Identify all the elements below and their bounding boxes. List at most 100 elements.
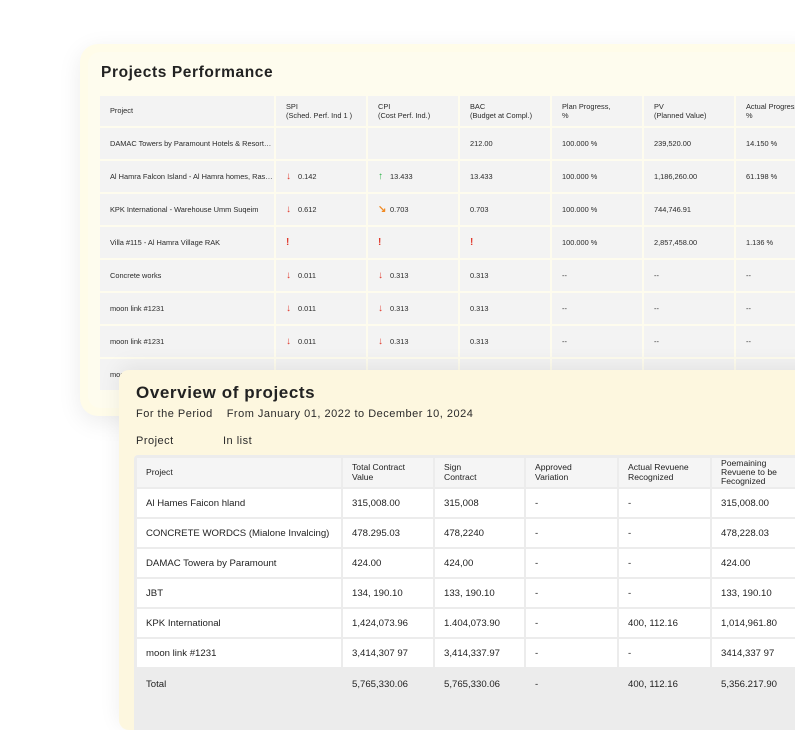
cell-cpi-value: 0.703: [390, 205, 409, 214]
ov-cell-actual-revenue: 400, 112.16: [619, 609, 710, 637]
cell-pv: 2,857,458.00: [644, 227, 734, 258]
warning-icon: !: [378, 237, 382, 248]
cell-actual-progress-value: 14.150 %: [746, 139, 778, 148]
col-header-bac-label: BAC: [470, 101, 486, 111]
project-filter: Project In list: [136, 435, 252, 447]
performance-table-body: DAMAC Towers by Paramount Hotels & Resor…: [100, 128, 795, 390]
ov-cell-approved-variation: -: [526, 519, 617, 547]
ov-cell-remaining-revenue: 424.00: [712, 549, 795, 577]
arrow-up-icon: ↑: [378, 171, 383, 182]
cell-bac-value: 0.313: [470, 271, 489, 280]
cell-plan-progress-value: --: [562, 337, 567, 346]
ov-cell-approved-variation: -: [526, 549, 617, 577]
ov-cell-project: DAMAC Towera by Paramount: [137, 549, 341, 577]
cell-actual-progress-value: 1.136 %: [746, 238, 774, 247]
cell-project-value: Villa #115 - Al Hamra Village RAK: [110, 238, 221, 247]
cell-project: KPK International - Warehouse Umm Suqeim: [100, 194, 274, 225]
ov-col-header-approved-variation[interactable]: Approved Variation: [526, 458, 617, 487]
cell-cpi: !: [368, 227, 458, 258]
cell-spi: ↓ 0.011: [276, 293, 366, 324]
arrow-down-icon: ↓: [378, 270, 383, 281]
overview-row[interactable]: Al Hames Faicon hland 315,008.00 315,008- -…: [137, 489, 795, 517]
ov-cell-total-contract: 315,008.00: [343, 489, 433, 517]
col-header-pv[interactable]: PV (Planned Value): [644, 96, 734, 126]
ov-cell-remaining-revenue: 3414,337 97: [712, 639, 795, 667]
cell-actual-progress-value: --: [746, 271, 751, 280]
ov-cell-actual-revenue: -: [619, 519, 710, 547]
ov-cell-approved-variation: -: [526, 609, 617, 637]
cell-cpi: [368, 128, 458, 159]
ov-cell-actual-revenue: -: [619, 579, 710, 607]
performance-row[interactable]: DAMAC Towers by Paramount Hotels & Resor…: [100, 128, 795, 159]
cell-pv-value: --: [654, 304, 659, 313]
col-header-plan-label: Plan Progress,: [562, 101, 611, 111]
cell-spi: !: [276, 227, 366, 258]
cell-cpi-value: 13.433: [390, 172, 413, 181]
ov-col-header-rem-3: Fecognized: [721, 476, 766, 486]
ov-cell-approved-variation: -: [526, 489, 617, 517]
ov-cell-total-contract: 3,414,307 97: [343, 639, 433, 667]
cell-cpi: ↓ 0.313: [368, 260, 458, 291]
ov-cell-project: Al Hames Faicon hland: [137, 489, 341, 517]
performance-row[interactable]: Concrete works ↓ 0.011 ↓ 0.313 0.313 -- -- --: [100, 260, 795, 291]
ov-cell-actual-revenue: -: [619, 549, 710, 577]
col-header-spi[interactable]: SPI (Sched. Perf. Ind 1 ): [276, 96, 366, 126]
cell-pv: --: [644, 326, 734, 357]
projects-performance-panel: Projects Performance Project SPI (Sched. …: [88, 52, 795, 408]
warning-icon: !: [470, 237, 474, 248]
cell-project-value: moon link #1231: [110, 304, 165, 313]
overview-row[interactable]: moon link #1231 3,414,307 97 3,414,337.97-…: [137, 639, 795, 667]
ov-col-header-actual-revenue[interactable]: Actual Revuene Recognized: [619, 458, 710, 487]
arrow-down-icon: ↓: [286, 303, 291, 314]
overview-row[interactable]: DAMAC Towera by Paramount 424.00 424,00- -4…: [137, 549, 795, 577]
cell-actual-progress: [736, 194, 795, 225]
col-header-actual-progress[interactable]: Actual Progress,%: [736, 96, 795, 126]
ov-cell-total-contract: 1,424,073.96: [343, 609, 433, 637]
cell-plan-progress: 100.000 %: [552, 227, 642, 258]
col-header-bac[interactable]: BAC (Budget at Compl.): [460, 96, 550, 126]
ov-cell-sign-contract: 1.404,073.90: [435, 609, 524, 637]
overview-row[interactable]: KPK International 1,424,073.96 1.404,073.9…: [137, 609, 795, 637]
col-header-plan-progress[interactable]: Plan Progress,%: [552, 96, 642, 126]
ov-cell-approved-variation: -: [526, 669, 617, 700]
overview-header-row: Project Total Contract Value Sign Contract…: [137, 458, 795, 487]
cell-pv-value: 744,746.91: [654, 205, 691, 214]
ov-cell-actual-revenue: -: [619, 639, 710, 667]
ov-col-header-remaining-revenue[interactable]: Poemaining Revuene to be Fecognized: [712, 458, 795, 487]
cell-actual-progress: 61.198 %: [736, 161, 795, 192]
cell-spi-value: 0.011: [298, 337, 316, 346]
ov-col-header-project[interactable]: Project: [137, 458, 341, 487]
performance-row[interactable]: Villa #115 - Al Hamra Village RAK!!! 100.…: [100, 227, 795, 258]
cell-pv: 744,746.91: [644, 194, 734, 225]
col-header-bac-sub: (Budget at Compl.): [470, 111, 533, 120]
performance-header-row: Project SPI (Sched. Perf. Ind 1 ) CPI (Cos…: [100, 96, 795, 126]
cell-bac-value: 13.433: [470, 172, 493, 181]
ov-cell-sign-contract: 3,414,337.97: [435, 639, 524, 667]
arrow-down-icon: ↓: [378, 303, 383, 314]
cell-plan-progress-value: 100.000 %: [562, 172, 598, 181]
overview-row[interactable]: CONCRETE WORDCS (Mialone Invalcing) 478.2…: [137, 519, 795, 547]
col-header-cpi[interactable]: CPI (Cost Perf. Ind.): [368, 96, 458, 126]
cell-plan-progress: --: [552, 326, 642, 357]
performance-row[interactable]: KPK International - Warehouse Umm Suqeim…: [100, 194, 795, 225]
cell-plan-progress-value: --: [562, 271, 567, 280]
ov-cell-project: Total: [137, 669, 341, 700]
cell-spi: [276, 128, 366, 159]
project-filter-value[interactable]: In list: [223, 435, 252, 447]
ov-col-header-total-contract[interactable]: Total Contract Value: [343, 458, 433, 487]
cell-spi-value: 0.142: [298, 172, 317, 181]
performance-row[interactable]: Al Hamra Falcon Island - Al Hamra homes,…: [100, 161, 795, 192]
cell-actual-progress: --: [736, 326, 795, 357]
performance-row[interactable]: moon link #1231 ↓ 0.011 ↓ 0.313 0.313 -- -- --: [100, 326, 795, 357]
ov-cell-sign-contract: 133, 190.10: [435, 579, 524, 607]
ov-col-header-sign-contract[interactable]: Sign Contract: [435, 458, 524, 487]
overview-row[interactable]: JBT 134, 190.10 133, 190.10- -133, 190.10: [137, 579, 795, 607]
col-header-project[interactable]: Project: [100, 96, 274, 126]
cell-cpi: ↑ 13.433: [368, 161, 458, 192]
overview-title: Overview of projects: [136, 383, 316, 402]
ov-cell-sign-contract: 478,2240: [435, 519, 524, 547]
performance-row[interactable]: moon link #1231 ↓ 0.011 ↓ 0.313 0.313 -- -- --: [100, 293, 795, 324]
col-header-actual-label: Actual Progress,: [746, 101, 795, 111]
cell-bac: 0.703: [460, 194, 550, 225]
cell-actual-progress: 14.150 %: [736, 128, 795, 159]
